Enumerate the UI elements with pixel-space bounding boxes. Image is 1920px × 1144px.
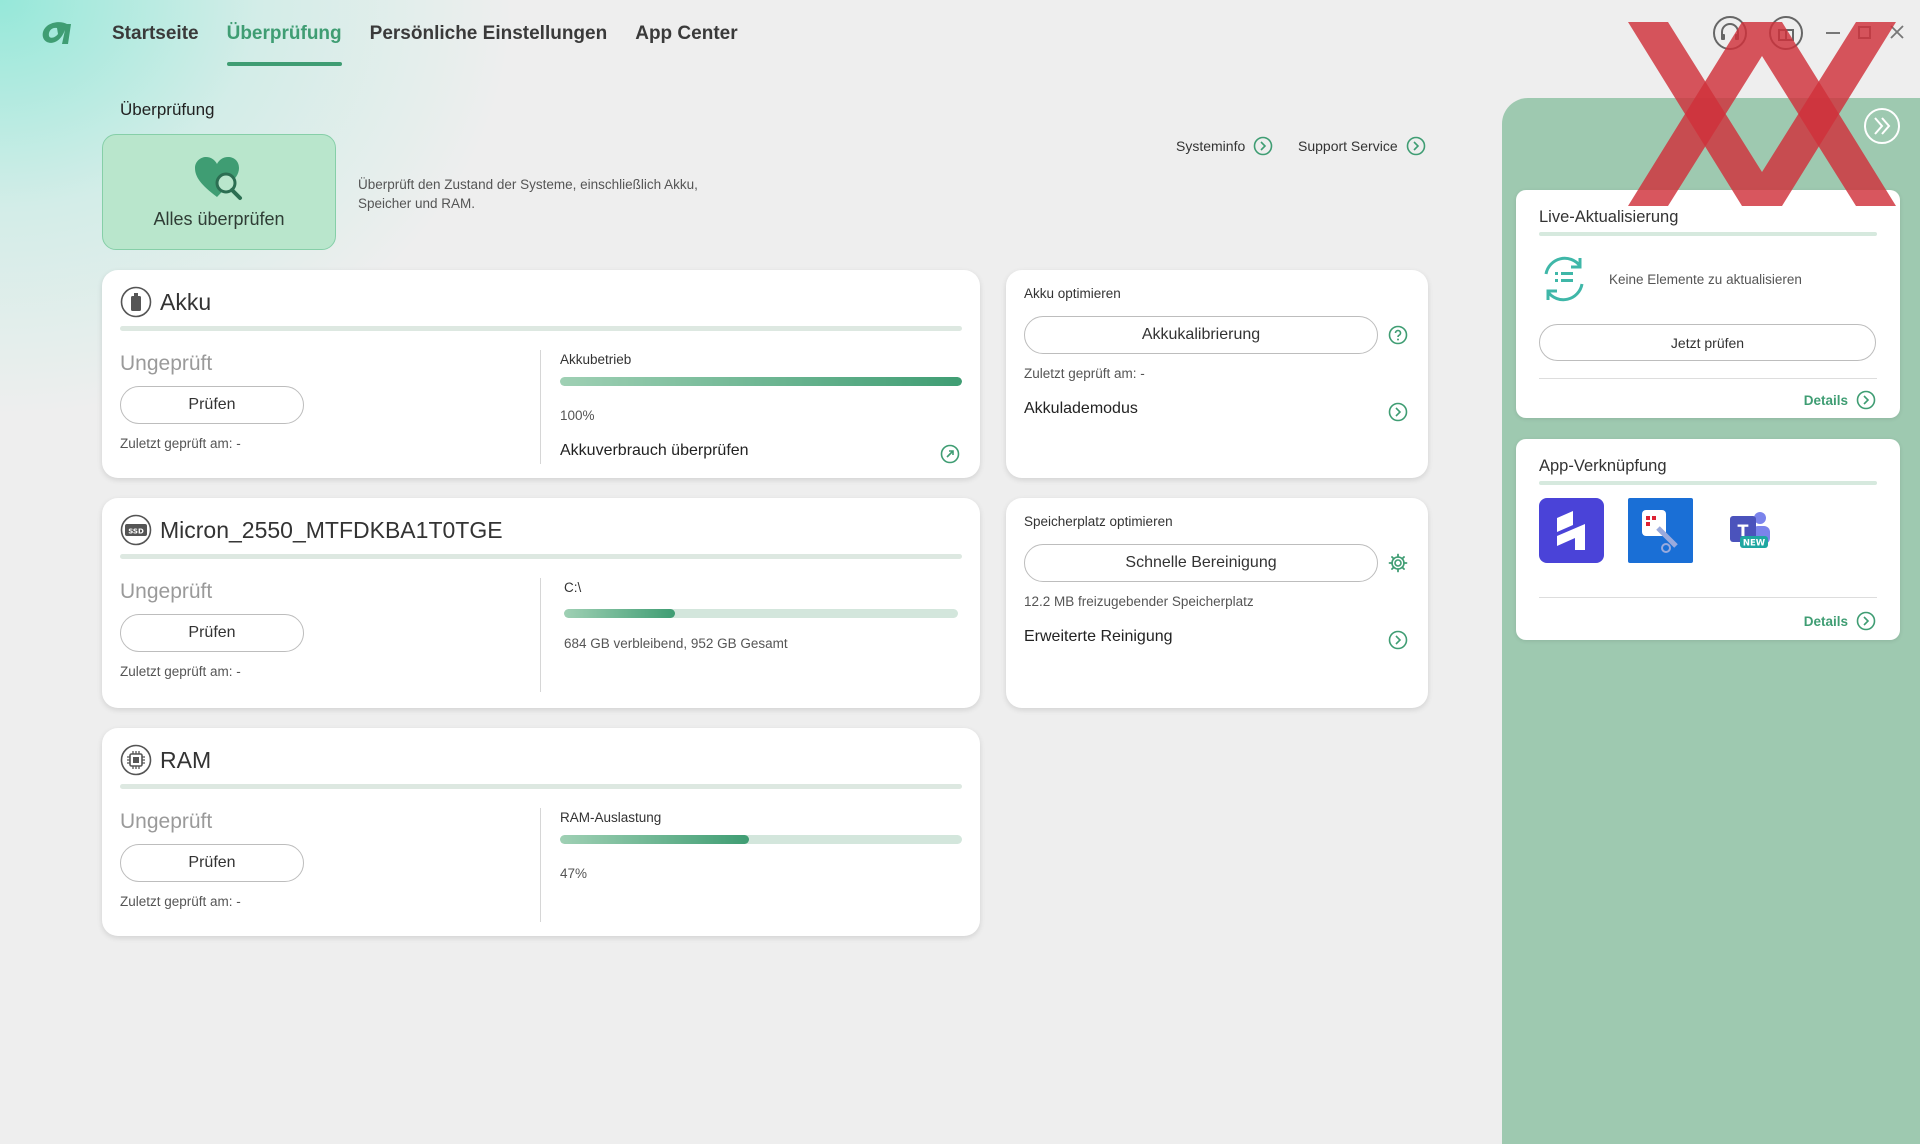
- app-shortcut-separator: [1539, 597, 1877, 598]
- main-nav: Startseite Überprüfung Persönliche Einst…: [112, 20, 738, 66]
- ram-usage-bar: [560, 835, 962, 844]
- app-icon-snipping[interactable]: [1628, 498, 1693, 563]
- systeminfo-label: Systeminfo: [1176, 138, 1246, 154]
- check-all-button[interactable]: Alles überprüfen: [102, 134, 336, 250]
- battery-optimize-title: Akku optimieren: [1024, 286, 1121, 301]
- right-panel: Live-Aktualisierung Keine Elemente zu ak…: [1502, 98, 1920, 1144]
- tab-persoenliche-einstellungen[interactable]: Persönliche Einstellungen: [370, 20, 608, 64]
- section-title: Überprüfung: [120, 100, 215, 119]
- disk-last-checked: Zuletzt geprüft am: -: [120, 664, 241, 679]
- battery-divider: [120, 326, 962, 331]
- quick-cleanup-button[interactable]: Schnelle Bereinigung: [1024, 544, 1378, 582]
- support-service-link[interactable]: Support Service: [1298, 136, 1426, 156]
- app-shortcut-details-link[interactable]: Details: [1804, 611, 1876, 631]
- battery-icon: [120, 286, 152, 318]
- support-service-label: Support Service: [1298, 138, 1398, 154]
- systeminfo-link[interactable]: Systeminfo: [1176, 136, 1273, 156]
- ram-vertical-divider: [540, 808, 541, 922]
- battery-check-button[interactable]: Prüfen: [120, 386, 304, 424]
- chip-icon: [120, 744, 152, 776]
- ram-metric-label: RAM-Auslastung: [560, 810, 662, 825]
- live-update-card: Live-Aktualisierung Keine Elemente zu ak…: [1516, 190, 1900, 418]
- chevron-right-circle-icon: [1253, 136, 1273, 156]
- freeable-space-text: 12.2 MB freizugebender Speicherplatz: [1024, 594, 1254, 609]
- ram-usage-fill: [560, 835, 749, 844]
- disk-drive-label: C:\: [564, 580, 582, 595]
- app-shortcut-details-label: Details: [1803, 613, 1848, 629]
- check-now-button[interactable]: Jetzt prüfen: [1539, 324, 1876, 361]
- battery-optimize-card: Akku optimieren Akkukalibrierung Zuletzt…: [1006, 270, 1428, 478]
- tab-startseite[interactable]: Startseite: [112, 20, 199, 64]
- disk-vertical-divider: [540, 578, 541, 692]
- disk-divider: [120, 554, 962, 559]
- app-logo-icon: [42, 22, 71, 44]
- sync-list-icon: [1544, 256, 1584, 302]
- battery-title: Akku: [160, 288, 212, 315]
- help-circle-icon[interactable]: [1388, 325, 1408, 345]
- battery-metric-label: Akkubetrieb: [560, 352, 632, 367]
- battery-level-bar: [560, 377, 962, 386]
- chevron-right-circle-icon: [1856, 611, 1876, 631]
- ram-check-button[interactable]: Prüfen: [120, 844, 304, 882]
- ram-metric-value: 47%: [560, 866, 588, 881]
- ram-divider: [120, 784, 962, 789]
- disk-usage-text: 684 GB verbleibend, 952 GB Gesamt: [564, 636, 788, 651]
- battery-optimize-last-checked: Zuletzt geprüft am: -: [1024, 366, 1145, 381]
- disk-usage-bar: [564, 609, 958, 618]
- ram-title: RAM: [160, 746, 212, 773]
- disk-status: Ungeprüft: [120, 580, 213, 603]
- battery-vertical-divider: [540, 350, 541, 464]
- battery-charge-mode-link[interactable]: Akkulademodus: [1024, 400, 1138, 418]
- live-update-details-label: Details: [1803, 392, 1848, 408]
- battery-usage-link[interactable]: Akkuverbrauch überprüfen: [560, 442, 749, 460]
- live-update-divider: [1539, 232, 1877, 236]
- gear-icon[interactable]: [1388, 553, 1408, 573]
- chevron-right-circle-icon[interactable]: [1388, 630, 1408, 650]
- disk-card: SSD Micron_2550_MTFDKBA1T0TGE Ungeprüft …: [102, 498, 980, 708]
- check-all-label: Alles überprüfen: [153, 208, 285, 229]
- live-update-separator: [1539, 378, 1877, 379]
- battery-last-checked: Zuletzt geprüft am: -: [120, 436, 241, 451]
- section-description: Überprüft den Zustand der Systeme, einsc…: [358, 177, 698, 211]
- ram-last-checked: Zuletzt geprüft am: -: [120, 894, 241, 909]
- chevron-right-circle-icon: [1856, 390, 1876, 410]
- disk-check-button[interactable]: Prüfen: [120, 614, 304, 652]
- storage-optimize-title: Speicherplatz optimieren: [1024, 514, 1173, 529]
- live-update-details-link[interactable]: Details: [1804, 390, 1876, 410]
- tab-app-center[interactable]: App Center: [635, 20, 737, 64]
- disk-usage-fill: [564, 609, 675, 618]
- svg-text:SSD: SSD: [128, 528, 144, 536]
- advanced-cleanup-link[interactable]: Erweiterte Reinigung: [1024, 628, 1173, 646]
- live-update-message: Keine Elemente zu aktualisieren: [1609, 272, 1802, 287]
- app-shortcut-title: App-Verknüpfung: [1539, 457, 1667, 475]
- chevron-right-circle-icon[interactable]: [1388, 402, 1408, 422]
- app-icon-blue-logo[interactable]: [1539, 498, 1604, 563]
- chevron-right-circle-icon: [1406, 136, 1425, 156]
- red-x-watermark-icon: [1628, 22, 1896, 206]
- battery-card: Akku Ungeprüft Prüfen Zuletzt geprüft am…: [102, 270, 980, 478]
- new-badge: NEW: [1743, 539, 1766, 549]
- app-shortcut-divider: [1539, 481, 1877, 485]
- tab-ueberpruefung[interactable]: Überprüfung: [226, 20, 342, 66]
- disk-title: Micron_2550_MTFDKBA1T0TGE: [160, 516, 503, 543]
- external-arrow-circle-icon[interactable]: [940, 444, 960, 464]
- app-shortcut-card: App-Verknüpfung T NEW Details: [1516, 439, 1900, 640]
- ram-card: RAM Ungeprüft Prüfen Zuletzt geprüft am:…: [102, 728, 980, 936]
- ram-status: Ungeprüft: [120, 810, 213, 833]
- heart-search-icon: [195, 156, 242, 200]
- ssd-icon: SSD: [120, 514, 152, 546]
- storage-optimize-card: Speicherplatz optimieren Schnelle Berein…: [1006, 498, 1428, 708]
- battery-status: Ungeprüft: [120, 352, 213, 375]
- app-icon-teams-new[interactable]: T NEW: [1716, 498, 1781, 563]
- battery-metric-value: 100%: [560, 408, 595, 423]
- live-update-title: Live-Aktualisierung: [1539, 208, 1679, 226]
- battery-calibration-button[interactable]: Akkukalibrierung: [1024, 316, 1378, 354]
- battery-level-fill: [560, 377, 962, 386]
